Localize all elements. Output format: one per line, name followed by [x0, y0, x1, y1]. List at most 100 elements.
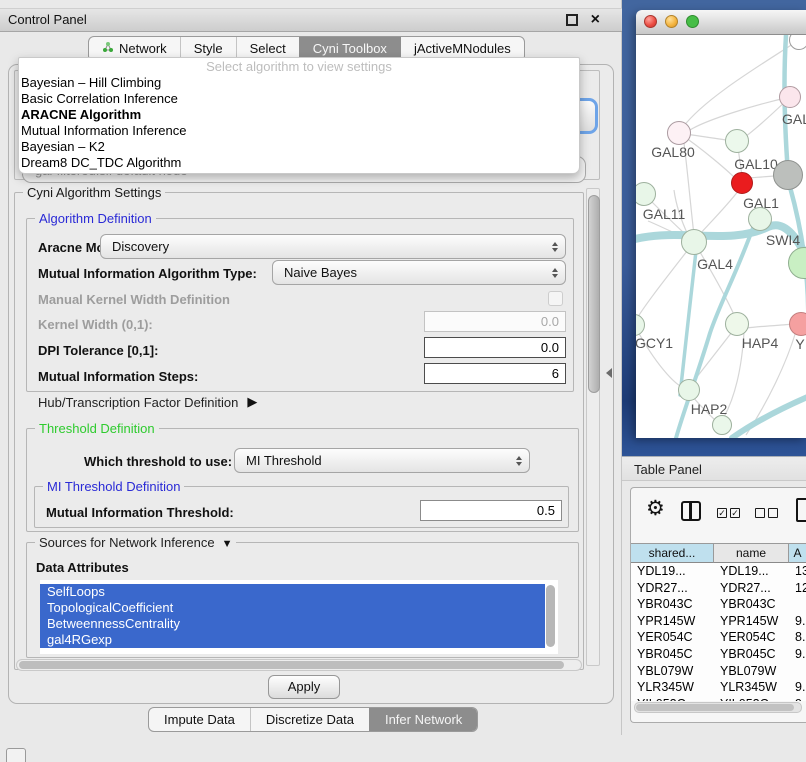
- table-row[interactable]: YBL079WYBL079W: [631, 663, 806, 680]
- sources-group-title: Sources for Network Inference ▼: [35, 535, 236, 550]
- control-panel-titlebar: Control Panel ×: [0, 8, 622, 32]
- apply-button[interactable]: Apply: [268, 675, 340, 699]
- data-attribute-item[interactable]: gal4RGexp: [40, 632, 545, 648]
- algorithm-dropdown-list: Bayesian – Hill ClimbingBasic Correlatio…: [19, 75, 579, 171]
- algorithm-option[interactable]: Mutual Information Inference: [19, 123, 579, 139]
- aracne-mode-combo[interactable]: Discovery: [100, 234, 566, 259]
- network-node-y[interactable]: [789, 312, 806, 336]
- control-panel-title: Control Panel: [8, 12, 87, 27]
- table-row[interactable]: YLR345WYLR345W9.: [631, 679, 806, 696]
- network-node-gal[interactable]: [779, 86, 801, 108]
- algorithm-option[interactable]: Dream8 DC_TDC Algorithm: [19, 155, 579, 171]
- algorithm-option[interactable]: Bayesian – Hill Climbing: [19, 75, 579, 91]
- manual-kernel-checkbox[interactable]: [548, 291, 563, 306]
- close-window-icon[interactable]: [644, 15, 657, 28]
- settings-vertical-scrollbar[interactable]: [586, 188, 600, 666]
- check-all-icon[interactable]: ✓: [717, 508, 727, 518]
- kernel-width-field[interactable]: 0.0: [424, 311, 566, 332]
- collapse-down-icon[interactable]: ▼: [222, 538, 233, 550]
- gear-icon[interactable]: ⚙: [646, 496, 665, 520]
- mi-type-label: Mutual Information Algorithm Type:: [38, 266, 257, 281]
- table-columns-icon[interactable]: [681, 501, 701, 521]
- node-label-gal10: GAL10: [734, 156, 778, 172]
- cyni-settings-group-title: Cyni Algorithm Settings: [23, 185, 165, 200]
- table-row[interactable]: YIL052CYIL052C9: [631, 696, 806, 701]
- table-cell: [789, 596, 806, 613]
- table-cell: YDR27...: [714, 580, 789, 597]
- uncheck-all-icon[interactable]: [768, 508, 778, 518]
- node-table: shared...nameA YDL19...YDL19...13YDR27..…: [631, 543, 806, 701]
- table-toolbar: ⚙ ✓ ✓: [631, 488, 806, 543]
- mi-threshold-field[interactable]: 0.5: [420, 500, 562, 521]
- manual-kernel-label: Manual Kernel Width Definition: [38, 292, 230, 307]
- settings-hscroll-thumb[interactable]: [19, 661, 564, 669]
- hub-definition-label: Hub/Transcription Factor Definition: [38, 395, 238, 410]
- mi-steps-field[interactable]: 6: [424, 363, 566, 384]
- table-cell: 9.: [789, 613, 806, 630]
- expand-right-icon[interactable]: ▶: [247, 394, 257, 410]
- column-header-a[interactable]: A: [789, 544, 806, 563]
- minimize-window-icon[interactable]: [665, 15, 678, 28]
- table-row[interactable]: YER054CYER054C8.: [631, 629, 806, 646]
- split-collapse-icon[interactable]: [606, 368, 612, 378]
- column-header-shared[interactable]: shared...: [631, 544, 714, 563]
- table-row[interactable]: YDL19...YDL19...13: [631, 563, 806, 580]
- algorithm-option[interactable]: Basic Correlation Inference: [19, 91, 579, 107]
- bottom-tab-discretize-data[interactable]: Discretize Data: [250, 708, 369, 731]
- network-node-gal4[interactable]: [681, 229, 707, 255]
- which-threshold-combo[interactable]: MI Threshold: [234, 448, 530, 473]
- hub-definition-toggle[interactable]: Hub/Transcription Factor Definition ▶: [38, 394, 257, 410]
- table-cell: YPR145W: [631, 613, 714, 630]
- network-node-gal1[interactable]: [731, 172, 753, 194]
- table-cell: YDR27...: [631, 580, 714, 597]
- settings-vscroll-thumb[interactable]: [588, 195, 600, 393]
- column-header-name[interactable]: name: [714, 544, 789, 563]
- aracne-mode-value: Discovery: [112, 239, 169, 254]
- algorithm-option[interactable]: Bayesian – K2: [19, 139, 579, 155]
- attributes-list-scrollbar[interactable]: [546, 585, 555, 647]
- close-panel-icon[interactable]: ×: [591, 9, 600, 30]
- zoom-window-icon[interactable]: [686, 15, 699, 28]
- table-horizontal-scrollbar[interactable]: [634, 702, 802, 713]
- network-node-hap4[interactable]: [725, 312, 749, 336]
- table-cell: YDL19...: [714, 563, 789, 580]
- table-hscroll-thumb[interactable]: [636, 704, 794, 711]
- table-cell: 12: [789, 580, 806, 597]
- table-cell: YBL079W: [714, 663, 789, 680]
- table-row[interactable]: YBR043CYBR043C: [631, 596, 806, 613]
- table-row[interactable]: YBR045CYBR045C9.: [631, 646, 806, 663]
- uncheck-all-icon[interactable]: [755, 508, 765, 518]
- data-attribute-item[interactable]: BetweennessCentrality: [40, 616, 545, 632]
- table-cell: 13: [789, 563, 806, 580]
- data-attribute-item[interactable]: SelfLoops: [40, 584, 545, 600]
- check-all-icon[interactable]: ✓: [730, 508, 740, 518]
- table-cell: 9.: [789, 646, 806, 663]
- table-cell: YER054C: [714, 629, 789, 646]
- network-node-swi4[interactable]: [748, 207, 772, 231]
- dock-panel-icon[interactable]: [6, 748, 26, 762]
- data-attribute-item[interactable]: TopologicalCoefficient: [40, 600, 545, 616]
- settings-horizontal-scrollbar[interactable]: [16, 659, 582, 671]
- sources-group-label: Sources for Network Inference: [39, 535, 215, 550]
- document-icon[interactable]: [796, 498, 806, 522]
- table-row[interactable]: YPR145WYPR145W9.: [631, 613, 806, 630]
- network-node-gal10[interactable]: [725, 129, 749, 153]
- data-attributes-list[interactable]: SelfLoopsTopologicalCoefficientBetweenne…: [40, 580, 558, 654]
- bottom-tabs: Impute DataDiscretize DataInfer Network: [148, 707, 478, 732]
- network-node-gal80[interactable]: [667, 121, 691, 145]
- mi-type-combo[interactable]: Naive Bayes: [272, 260, 566, 285]
- bottom-tab-impute-data[interactable]: Impute Data: [149, 708, 250, 731]
- network-canvas[interactable]: GALGAL80GAL10GAL1GAL11SWI4GAL4GCY1HAP4YH…: [636, 35, 806, 438]
- table-cell: YER054C: [631, 629, 714, 646]
- network-window-titlebar[interactable]: [636, 10, 806, 35]
- table-body: YDL19...YDL19...13YDR27...YDR27...12YBR0…: [631, 563, 806, 701]
- network-view-window: GALGAL80GAL10GAL1GAL11SWI4GAL4GCY1HAP4YH…: [636, 10, 806, 437]
- bottom-tab-infer-network[interactable]: Infer Network: [369, 708, 477, 731]
- network-node-hap2[interactable]: [678, 379, 700, 401]
- network-node[interactable]: [773, 160, 803, 190]
- network-node[interactable]: [712, 415, 732, 435]
- table-row[interactable]: YDR27...YDR27...12: [631, 580, 806, 597]
- algorithm-option[interactable]: ARACNE Algorithm: [19, 107, 579, 123]
- float-window-icon[interactable]: [566, 14, 578, 26]
- dpi-tolerance-field[interactable]: 0.0: [424, 337, 566, 358]
